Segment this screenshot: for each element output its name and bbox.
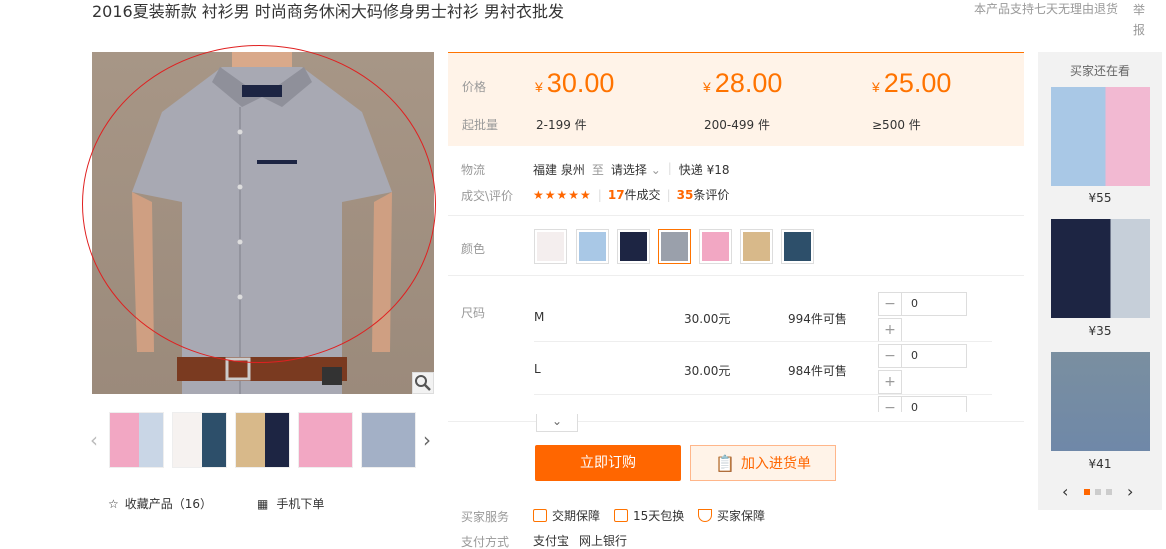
also-viewed-price: ¥55 bbox=[1088, 191, 1112, 205]
order-now-button[interactable]: 立即订购 bbox=[535, 445, 681, 481]
deals-info: ★★★★★ | 17件成交 | 35条评价 bbox=[533, 186, 730, 203]
also-viewed-image[interactable] bbox=[1051, 219, 1150, 318]
product-title: 2016夏装新款 衬衫男 时尚商务休闲大码修身男士衬衫 男衬衣批发 bbox=[92, 2, 564, 21]
divider bbox=[448, 215, 1024, 216]
star-outline-icon: ☆ bbox=[108, 496, 119, 511]
size-price-m: 30.00元 bbox=[684, 312, 731, 326]
divider bbox=[448, 421, 1024, 422]
price-panel: 价格 起批量 ¥30.00 ¥28.00 ¥25.00 2-199 件 200-… bbox=[448, 52, 1024, 146]
quantity-input[interactable]: 0 bbox=[878, 344, 967, 368]
main-product-image[interactable] bbox=[92, 52, 434, 394]
zoom-icon[interactable] bbox=[412, 372, 434, 394]
also-viewed-image[interactable] bbox=[1051, 352, 1150, 451]
quantity-input[interactable]: 0 bbox=[878, 292, 967, 316]
expand-chevron-icon[interactable]: ⌄ bbox=[536, 414, 578, 432]
thumbnail[interactable] bbox=[172, 412, 227, 468]
size-stock-l: 984件可售 bbox=[788, 364, 847, 378]
also-viewed-image[interactable] bbox=[1051, 87, 1150, 186]
mobile-order-button[interactable]: ▦ 手机下单 bbox=[257, 495, 324, 512]
destination-select[interactable]: 请选择 ⌄ bbox=[611, 161, 661, 178]
thumbnail[interactable] bbox=[298, 412, 353, 468]
divider bbox=[448, 275, 1024, 276]
reviews-link[interactable]: 35条评价 bbox=[677, 186, 730, 203]
also-viewed-price: ¥35 bbox=[1088, 324, 1112, 338]
size-row-partial: − 0 bbox=[878, 396, 967, 412]
range-tier-1: 2-199 件 bbox=[536, 118, 587, 132]
also-viewed-title: 买家还在看 bbox=[1069, 64, 1130, 78]
carousel-dots bbox=[1084, 489, 1112, 495]
range-tier-2: 200-499 件 bbox=[704, 118, 770, 132]
color-swatch[interactable] bbox=[740, 229, 773, 264]
origin: 福建 泉州 bbox=[533, 163, 585, 177]
size-name-l: L bbox=[534, 362, 541, 376]
color-swatch[interactable] bbox=[699, 229, 732, 264]
shield-icon bbox=[698, 509, 712, 522]
thumbnail-strip bbox=[92, 412, 440, 468]
clipboard-icon: 📋 bbox=[715, 453, 735, 473]
carousel-dot-active[interactable] bbox=[1084, 489, 1090, 495]
also-viewed-price: ¥41 bbox=[1088, 457, 1112, 471]
report-link[interactable]: 举报 bbox=[1133, 0, 1149, 40]
price-tier-2: ¥28.00 bbox=[703, 68, 783, 98]
carousel-dot[interactable] bbox=[1095, 489, 1101, 495]
sold-link[interactable]: 17件成交 bbox=[608, 186, 661, 203]
chevron-down-icon: ⌄ bbox=[650, 163, 661, 177]
service-delivery[interactable]: 交期保障 bbox=[533, 507, 600, 524]
service-label: 买家服务 bbox=[461, 510, 510, 524]
carousel-dot[interactable] bbox=[1106, 489, 1112, 495]
rating-stars: ★★★★★ bbox=[533, 187, 592, 202]
price-tier-1: ¥30.00 bbox=[535, 68, 615, 98]
color-swatch[interactable] bbox=[576, 229, 609, 264]
size-name-m: M bbox=[534, 310, 545, 324]
increment-button[interactable]: + bbox=[878, 318, 902, 342]
favorite-button[interactable]: ☆ 收藏产品（16） bbox=[108, 495, 212, 512]
service-exchange[interactable]: 15天包换 bbox=[614, 507, 684, 524]
document-icon bbox=[614, 509, 628, 522]
deals-label: 成交\评价 bbox=[461, 189, 514, 203]
payment-label: 支付方式 bbox=[461, 535, 510, 549]
increment-button[interactable]: + bbox=[878, 370, 902, 394]
service-guarantee[interactable]: 买家保障 bbox=[698, 507, 765, 524]
payment-methods: 支付宝 网上银行 bbox=[533, 534, 628, 548]
logistics-info: 福建 泉州 至 请选择 ⌄ | 快递 ¥18 bbox=[533, 161, 730, 178]
carousel-next-icon[interactable]: › bbox=[1127, 482, 1133, 501]
divider bbox=[534, 341, 992, 342]
qr-code-icon: ▦ bbox=[257, 496, 269, 511]
price-label: 价格 bbox=[462, 80, 487, 94]
thumbnail[interactable] bbox=[109, 412, 164, 468]
return-policy-note: 本产品支持七天无理由退货 bbox=[974, 2, 1119, 16]
logistics-label: 物流 bbox=[461, 163, 486, 177]
thumbnail[interactable] bbox=[361, 412, 416, 468]
color-swatch[interactable] bbox=[617, 229, 650, 264]
range-tier-3: ≥500 件 bbox=[872, 118, 921, 132]
color-swatch[interactable] bbox=[534, 229, 567, 264]
quantity-input[interactable]: 0 bbox=[878, 396, 967, 412]
calendar-icon bbox=[533, 509, 547, 522]
size-stock-m: 994件可售 bbox=[788, 312, 847, 326]
add-to-cart-button[interactable]: 📋 加入进货单 bbox=[690, 445, 836, 481]
size-label: 尺码 bbox=[461, 306, 486, 320]
carousel-prev-icon[interactable]: ‹ bbox=[1062, 482, 1068, 501]
also-viewed-panel: 买家还在看 ¥55 ¥35 ¥41 ‹ › bbox=[1038, 52, 1162, 510]
color-label: 颜色 bbox=[461, 242, 486, 256]
thumbnail[interactable] bbox=[235, 412, 290, 468]
divider bbox=[534, 394, 992, 395]
moq-label: 起批量 bbox=[462, 118, 499, 132]
color-swatch[interactable] bbox=[781, 229, 814, 264]
price-tier-3: ¥25.00 bbox=[872, 68, 952, 98]
express-fee: 快递 ¥18 bbox=[678, 163, 730, 177]
color-swatch-selected[interactable] bbox=[658, 229, 691, 264]
size-price-l: 30.00元 bbox=[684, 364, 731, 378]
